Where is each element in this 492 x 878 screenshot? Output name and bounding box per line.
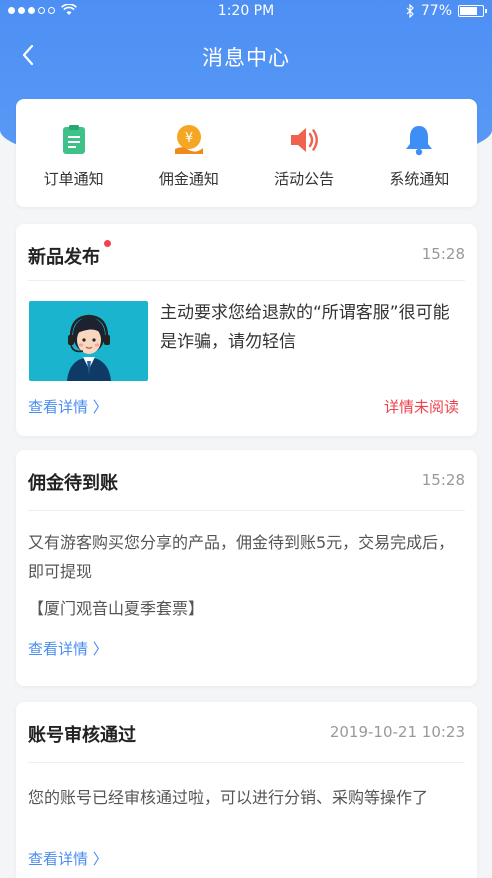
divider bbox=[28, 510, 465, 511]
message-time: 15:28 bbox=[421, 245, 465, 263]
navigation-bar: 消息中心 bbox=[0, 32, 492, 80]
battery-percent: 77% bbox=[420, 3, 452, 19]
unread-dot bbox=[104, 240, 111, 247]
svg-text:¥: ¥ bbox=[185, 131, 193, 146]
customer-service-avatar-icon bbox=[67, 314, 111, 381]
product-name: 【厦门观音山夏季套票】 bbox=[28, 599, 205, 618]
bluetooth-icon bbox=[406, 4, 414, 18]
message-card-commission[interactable]: 佣金待到账 15:28 又有游客购买您分享的产品，佣金待到账5元，交易完成后，即… bbox=[16, 450, 477, 686]
message-card-new-product[interactable]: 新品发布 15:28 主动要求您给退款的“所谓客服”很可能是诈骗，请勿轻信 查看… bbox=[16, 224, 477, 436]
message-body: 又有游客购买您分享的产品，佣金待到账5元，交易完成后，即可提现 bbox=[28, 533, 455, 581]
message-time: 2019-10-21 10:23 bbox=[329, 723, 465, 741]
battery-icon bbox=[458, 5, 487, 17]
speaker-icon bbox=[291, 128, 319, 152]
status-bar: 1:20 PM 77% bbox=[0, 0, 492, 24]
view-details-link[interactable]: 查看详情 〉 bbox=[28, 638, 108, 659]
message-body: 主动要求您给退款的“所谓客服”很可能是诈骗，请勿轻信 bbox=[160, 303, 450, 352]
message-time: 15:28 bbox=[421, 471, 465, 489]
message-body: 您的账号已经审核通过啦，可以进行分销、采购等操作了 bbox=[28, 788, 429, 807]
category-order-notice[interactable]: 订单通知 bbox=[16, 99, 131, 207]
page-title: 消息中心 bbox=[202, 46, 290, 70]
battery-level-fill bbox=[460, 7, 477, 15]
bell-icon bbox=[406, 126, 433, 156]
divider bbox=[28, 762, 465, 763]
view-details-link[interactable]: 查看详情 〉 bbox=[28, 396, 108, 417]
category-label: 订单通知 bbox=[43, 170, 104, 188]
clipboard-icon bbox=[62, 125, 85, 154]
category-label: 活动公告 bbox=[274, 170, 335, 188]
message-title: 新品发布 bbox=[28, 247, 100, 268]
category-activity-notice[interactable]: 活动公告 bbox=[247, 99, 362, 207]
commission-coin-icon: ¥ bbox=[174, 125, 203, 154]
message-title: 账号审核通过 bbox=[28, 725, 136, 746]
unread-status: 详情未阅读 bbox=[383, 398, 459, 416]
message-card-account-approved[interactable]: 账号审核通过 2019-10-21 10:23 您的账号已经审核通过啦，可以进行… bbox=[16, 702, 477, 878]
customer-service-image bbox=[29, 301, 148, 381]
view-details-link[interactable]: 查看详情 〉 bbox=[28, 848, 108, 869]
category-label: 系统通知 bbox=[389, 170, 450, 188]
category-card: 订单通知 ¥ 佣金通知 活动公告 系统通知 bbox=[16, 99, 477, 207]
category-system-notice[interactable]: 系统通知 bbox=[362, 99, 477, 207]
category-label: 佣金通知 bbox=[158, 170, 219, 188]
divider bbox=[28, 280, 465, 281]
message-title: 佣金待到账 bbox=[28, 473, 118, 494]
status-right: 77% bbox=[406, 3, 487, 19]
category-commission-notice[interactable]: ¥ 佣金通知 bbox=[131, 99, 246, 207]
